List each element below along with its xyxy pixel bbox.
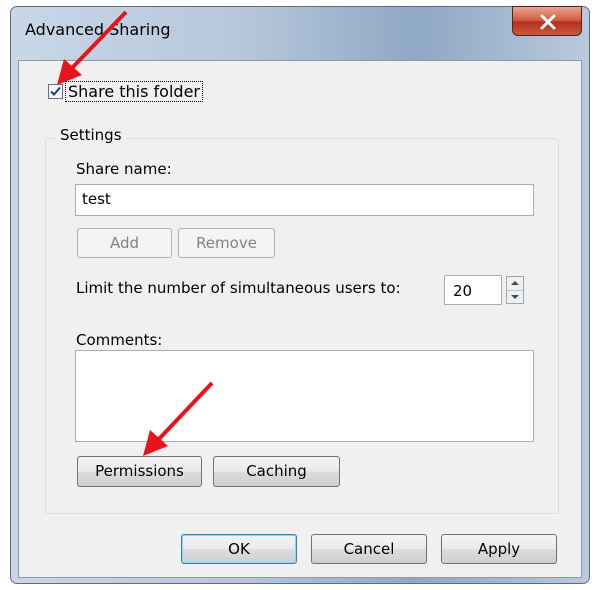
- cancel-button[interactable]: Cancel: [311, 534, 427, 564]
- spin-down-button[interactable]: [507, 291, 523, 304]
- spin-up-button[interactable]: [507, 277, 523, 291]
- limit-users-label: Limit the number of simultaneous users t…: [76, 279, 401, 297]
- chevron-up-icon: [511, 281, 519, 285]
- close-icon: [540, 14, 556, 30]
- caching-button[interactable]: Caching: [213, 456, 340, 487]
- share-name-label: Share name:: [76, 160, 172, 178]
- dialog-title: Advanced Sharing: [25, 20, 171, 39]
- apply-button[interactable]: Apply: [441, 534, 557, 564]
- limit-users-spinner[interactable]: [506, 276, 524, 304]
- comments-label: Comments:: [76, 331, 163, 349]
- share-folder-checkbox[interactable]: [48, 84, 63, 99]
- share-name-input[interactable]: test: [75, 184, 534, 216]
- limit-users-input[interactable]: 20: [444, 275, 502, 305]
- ok-button[interactable]: OK: [181, 534, 297, 564]
- remove-button[interactable]: Remove: [178, 228, 275, 258]
- settings-group-label: Settings: [56, 126, 126, 144]
- add-button[interactable]: Add: [77, 228, 172, 258]
- checkmark-icon: [50, 86, 61, 96]
- permissions-button[interactable]: Permissions: [77, 456, 202, 487]
- comments-input[interactable]: [75, 350, 534, 442]
- share-folder-label[interactable]: Share this folder: [65, 81, 203, 102]
- chevron-down-icon: [511, 295, 519, 299]
- close-button[interactable]: [512, 6, 582, 36]
